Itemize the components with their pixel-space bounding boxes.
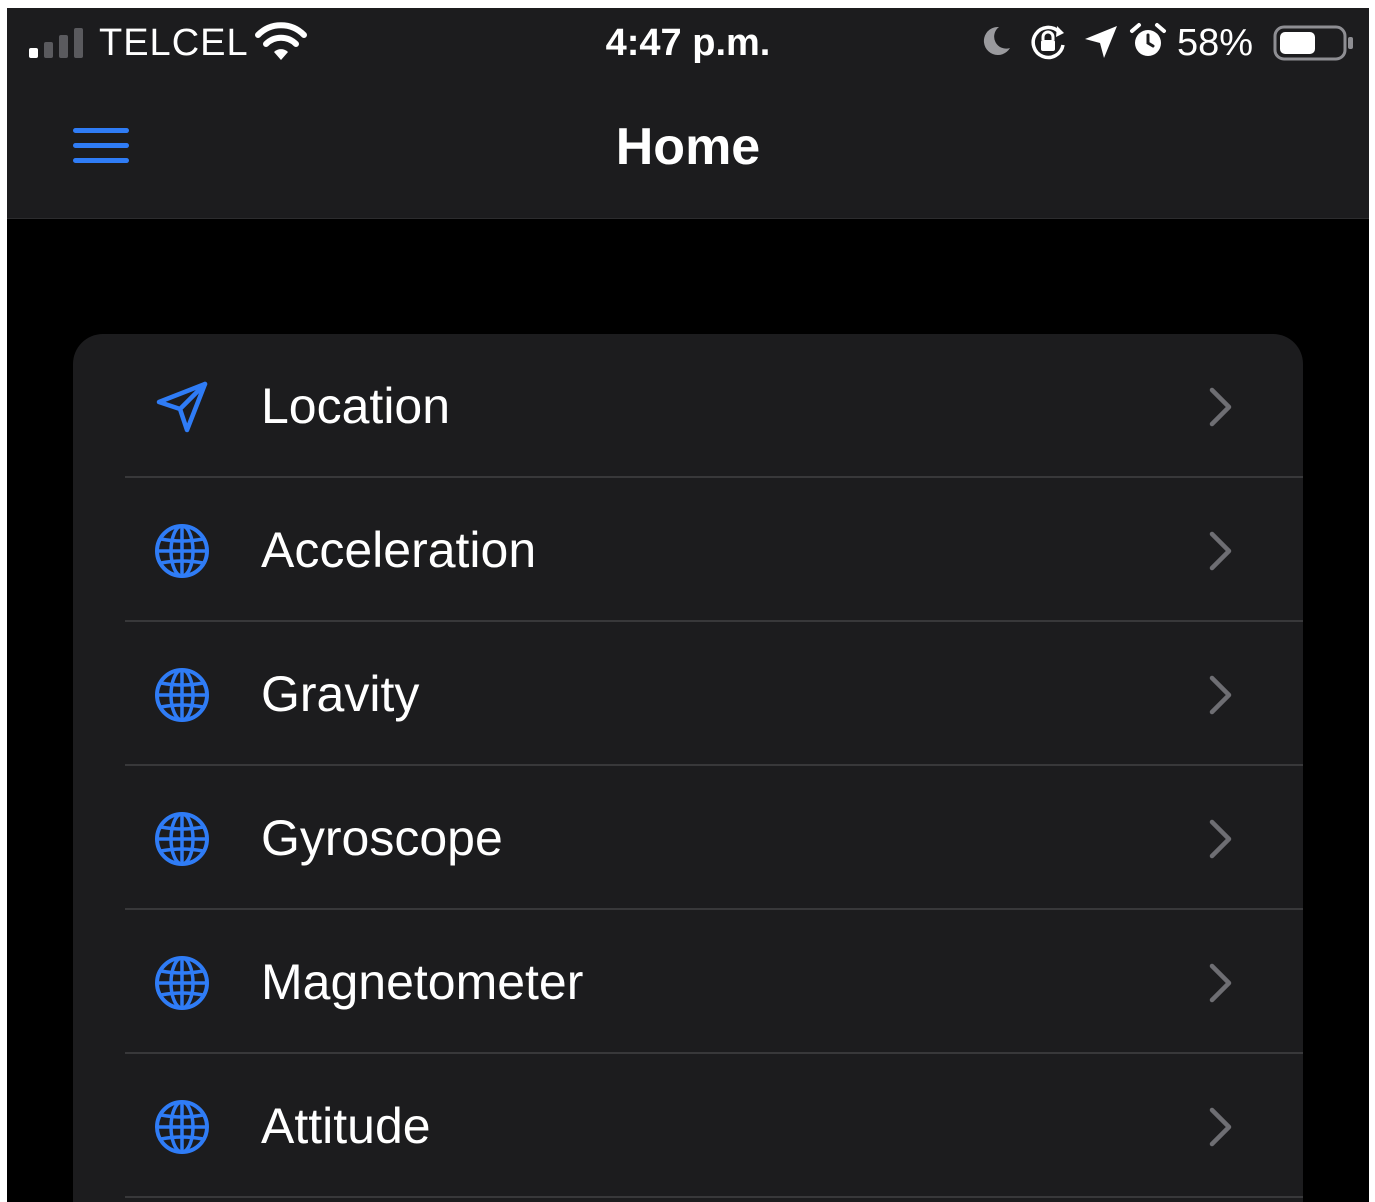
navigation-header: TELCEL 4:47 p.m. 58% Home — [7, 8, 1369, 219]
app-screen: TELCEL 4:47 p.m. 58% Home Location Accel… — [7, 8, 1369, 1202]
chevron-right-icon — [1209, 387, 1232, 427]
chevron-right-icon — [1209, 819, 1232, 859]
chevron-right-icon — [1209, 963, 1232, 1003]
sensor-menu-list: Location Acceleration Gravity Gyroscope … — [73, 334, 1303, 1202]
menu-item-label: Attitude — [261, 1098, 431, 1154]
menu-item-acceleration[interactable]: Acceleration — [73, 478, 1303, 622]
status-bar: TELCEL 4:47 p.m. 58% — [7, 8, 1369, 78]
battery-icon — [1273, 25, 1353, 61]
location-arrow-icon — [156, 381, 208, 433]
menu-item-gyroscope[interactable]: Gyroscope — [73, 766, 1303, 910]
row-separator — [125, 1196, 1303, 1198]
page-title: Home — [615, 118, 761, 176]
menu-item-location[interactable]: Location — [73, 334, 1303, 478]
chevron-right-icon — [1209, 1107, 1232, 1147]
chevron-right-icon — [1209, 531, 1232, 571]
menu-item-label: Magnetometer — [261, 954, 584, 1010]
globe-icon — [155, 668, 209, 722]
globe-icon — [155, 524, 209, 578]
menu-item-label: Acceleration — [261, 522, 537, 578]
globe-icon — [155, 1100, 209, 1154]
location-services-icon — [1085, 26, 1117, 58]
menu-item-attitude[interactable]: Attitude — [73, 1054, 1303, 1198]
battery-percentage: 58% — [1177, 22, 1254, 64]
menu-item-label: Location — [261, 378, 451, 434]
menu-item-label: Gyroscope — [261, 810, 503, 866]
globe-icon — [155, 812, 209, 866]
moon-icon — [983, 26, 1010, 55]
menu-item-label: Gravity — [261, 666, 420, 722]
orientation-lock-icon — [1031, 25, 1065, 60]
menu-item-magnetometer[interactable]: Magnetometer — [73, 910, 1303, 1054]
menu-item-gravity[interactable]: Gravity — [73, 622, 1303, 766]
globe-icon — [155, 956, 209, 1010]
chevron-right-icon — [1209, 675, 1232, 715]
alarm-clock-icon — [1130, 23, 1166, 56]
